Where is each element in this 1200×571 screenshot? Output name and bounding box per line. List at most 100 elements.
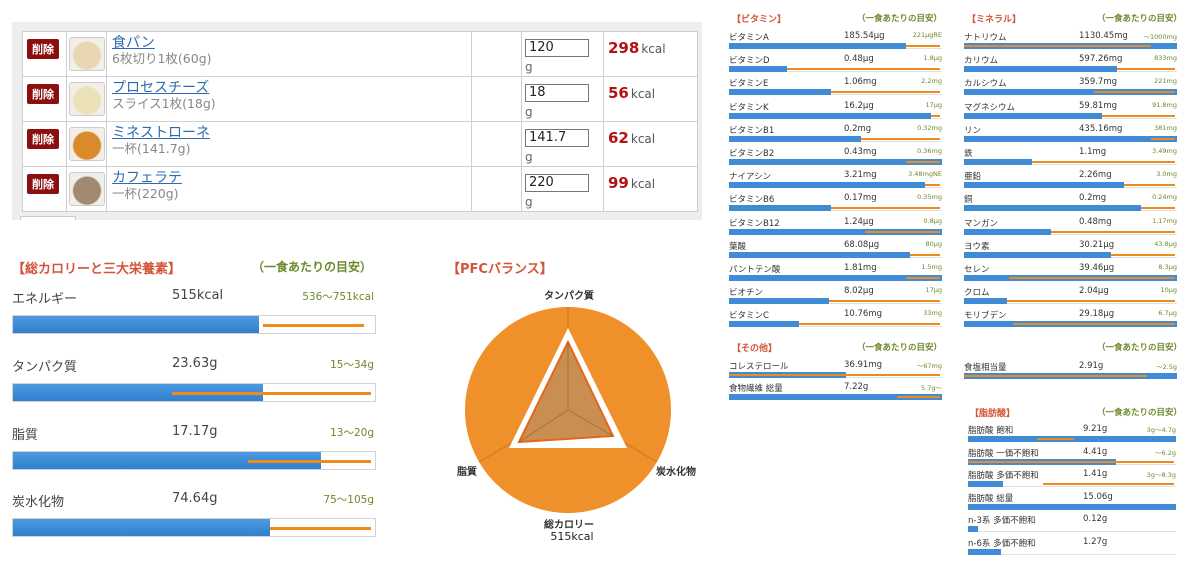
nutrient-bar-track [729,66,942,73]
nutrient-guide: 0.35mg [917,193,942,202]
nutrient-value: 1.06mg [844,77,877,88]
mineral-section-title: 【ミネラル】 [967,15,1022,25]
nutrient-bar-track [729,298,942,305]
nutrient-label: セレン [964,265,990,275]
nutrient-row: コレステロール 36.91mg 〜67mg [729,360,942,383]
nutrient-label: カルシウム [964,79,1007,90]
nutrient-guide-band [1102,114,1175,117]
nutrient-row: ビタミンA 185.54μg 221μgRE [729,31,942,54]
nutrient-bar-fill [729,298,830,305]
nutrient-label: マンガン [964,218,999,229]
nutrient-guide: 0.32mg [917,123,942,132]
pfc-label-protein: タンパク質 [544,289,594,302]
delete-button[interactable]: 削除 [27,129,59,149]
nutrient-guide-band [799,323,940,326]
nutrient-label: 脂肪酸 飽和 [968,426,1014,436]
food-row: 削除 食パン6枚切り1枚(60g) g 298kcal [22,31,698,77]
quantity-input[interactable] [525,173,589,192]
nutrient-value: 16.2μg [844,100,874,111]
nutrient-row: ビタミンB2 0.43mg 0.36mg [729,147,942,170]
food-name-link[interactable]: プロセスチーズ [112,80,471,96]
food-row: 削除 プロセスチーズスライス1枚(18g) g 56kcal [22,76,698,122]
nutrient-guide-band [1032,161,1175,163]
food-delete-cell: 削除 [22,121,67,167]
quantity-input[interactable] [525,38,589,57]
nutrient-guide: 〜2.5g [1156,363,1177,371]
nutrient-bar-fill [729,205,832,212]
food-empty-cell [471,166,522,212]
nutrient-label: カリウム [964,56,999,67]
food-portion: 一杯(141.7g) [112,141,191,156]
nutrient-row: 食物繊維 総量 7.22g 5.7g〜 [729,382,942,405]
nutrient-value: 359.7mg [1079,77,1118,88]
quantity-input[interactable] [525,128,589,147]
macro-value: 515kcal [172,288,224,303]
food-delete-cell: 削除 [22,166,67,212]
nutrient-guide: 221mg [1154,77,1177,86]
nutrient-label: パントテン酸 [729,265,781,275]
nutrient-value: 0.17mg [844,193,877,204]
kcal-unit: kcal [630,177,656,191]
nutrient-guide-band [964,45,1152,47]
nutrient-value: 185.54μg [844,31,885,41]
nutrient-value: 1130.45mg [1079,31,1128,41]
nutrient-row: ビタミンC 10.76mg 33mg [729,309,942,332]
nutrient-value: 0.2mg [844,123,872,134]
macro-value: 23.63g [172,356,218,371]
nutrient-bar-track [964,373,1177,379]
food-kcal-cell: 56 kcal [603,76,698,122]
nutrient-guide: 1.8μg [923,54,942,63]
food-row: 削除 カフェラテ一杯(220g) g 99kcal [22,166,698,212]
nutrient-guide-band [1110,253,1175,256]
nutrient-guide: 3.49mg [1152,147,1177,155]
food-qty-cell: g [521,31,604,77]
nutrient-guide-band [924,184,940,187]
salt-panel: （一食あたりの目安） 食塩相当量 2.91g 〜2.5g [962,333,1182,388]
nutrient-guide-band [831,207,940,210]
nutrient-bar-track [729,43,942,49]
nutrient-bar-track [729,394,942,400]
nutrient-guide: 17μg [925,286,942,295]
pfc-balance-chart: タンパク質 脂質 炭水化物 総カロリー 515kcal [456,289,696,543]
quantity-unit: g [525,194,533,209]
nutrient-bar-track [964,159,1177,165]
nutrient-guide: 0.24mg [1152,193,1177,202]
nutrient-label: ビタミンB12 [729,218,780,229]
food-name-link[interactable]: ミネストローネ [112,125,471,141]
nutrient-bar-fill [964,205,1141,212]
nutrient-label: ビオチン [729,288,764,299]
macro-row: タンパク質 23.63g 15〜34g [12,356,376,416]
nutrient-value: 15.06g [1083,491,1113,502]
nutrient-guide-band [861,137,940,140]
nutrient-bar-track [964,89,1177,96]
nutrient-row: マグネシウム 59.81mg 91.8mg [964,101,1177,124]
food-delete-cell: 削除 [22,76,67,122]
food-name-cell: プロセスチーズ スライス1枚(18g) [106,76,472,122]
nutrient-guide-band [968,460,1174,463]
food-row: 削除 ミネストローネ一杯(141.7g) g 62kcal [22,121,698,167]
macro-label: 炭水化物 [12,495,65,510]
delete-button[interactable]: 削除 [27,84,59,104]
nutrient-label: 脂肪酸 多価不飽和 [968,471,1039,481]
nutrient-bar-track [964,205,1177,212]
nutrient-bar-fill [729,135,862,142]
nutrient-guide: 8.3μg [1158,263,1177,271]
delete-button[interactable]: 削除 [27,39,59,59]
food-kcal-cell: 99 kcal [603,166,698,212]
nutrient-value: 1.27g [1083,536,1108,547]
nutrient-row: 脂肪酸 一価不飽和 4.41g 〜6.2g [968,447,1176,470]
food-name-link[interactable]: 食パン [112,35,471,51]
food-name-link[interactable]: カフェラテ [112,170,471,186]
nutrient-value: 0.48μg [844,54,874,65]
quantity-input[interactable] [525,83,589,102]
macro-guide-band [262,324,365,327]
food-kcal-cell: 298 kcal [603,31,698,77]
delete-button[interactable]: 削除 [27,174,59,194]
nutrient-label: リン [964,125,982,136]
nutrient-bar-track [964,135,1177,142]
nutrient-guide-band [1042,483,1174,485]
nutrient-bar-track [729,135,942,142]
nutrient-bar-fill [964,112,1103,119]
pfc-total-value: 515kcal [550,530,593,543]
nutrient-guide-band [1036,438,1075,440]
